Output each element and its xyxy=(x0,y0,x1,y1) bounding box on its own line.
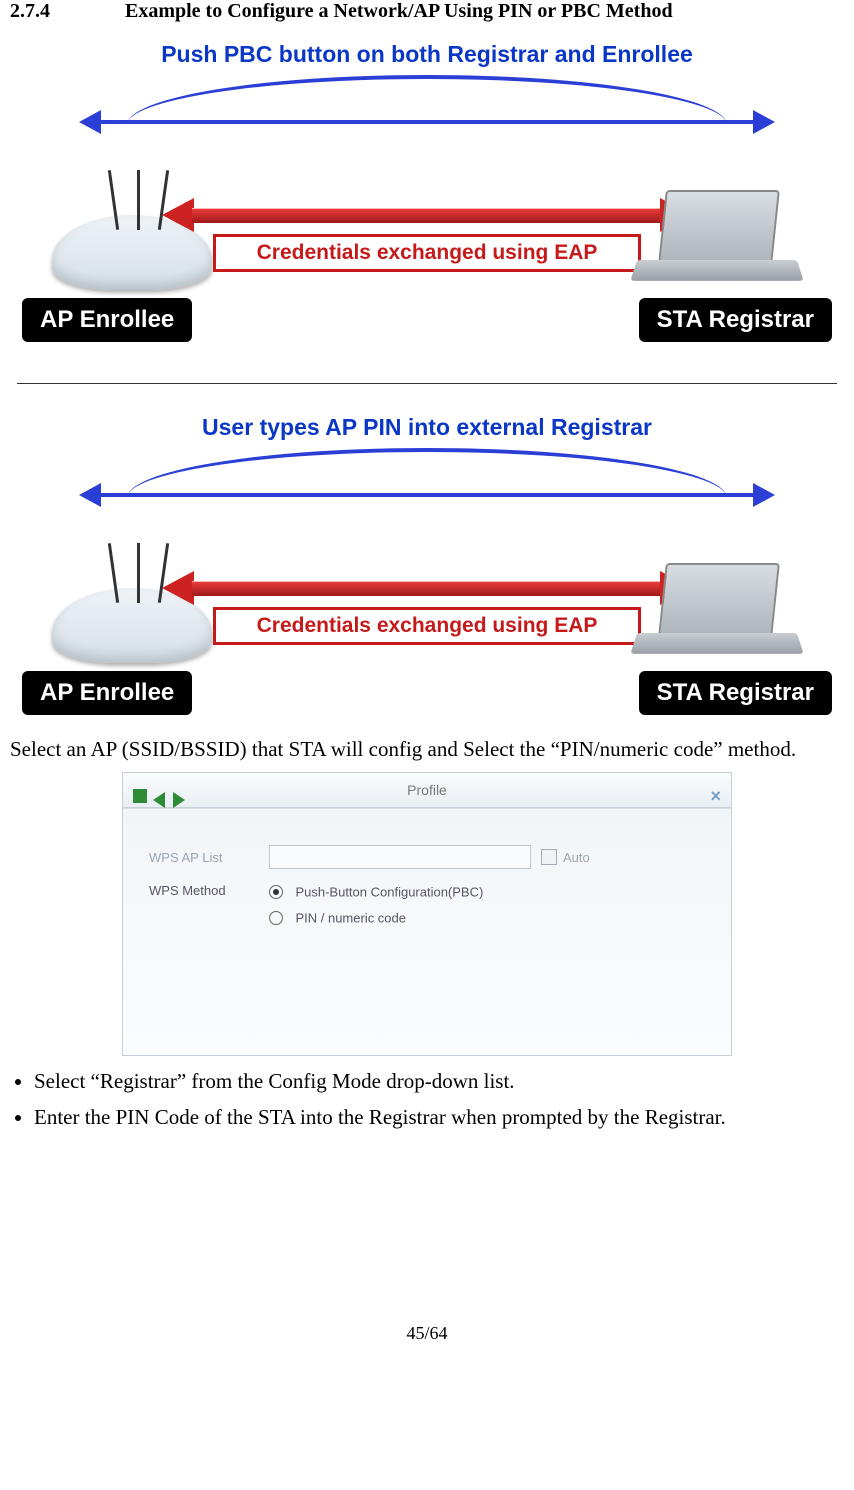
sta-registrar-label: STA Registrar xyxy=(639,298,832,342)
bullet-registrar: Select “Registrar” from the Config Mode … xyxy=(34,1066,844,1098)
auto-label: Auto xyxy=(563,850,590,865)
radio-pin[interactable] xyxy=(269,911,283,925)
nav-square-icon[interactable] xyxy=(133,789,147,803)
radio-pbc-label: Push-Button Configuration(PBC) xyxy=(295,885,483,900)
nav-forward-icon[interactable] xyxy=(173,792,185,808)
wps-method-label: WPS Method xyxy=(149,883,269,898)
bullet-pincode: Enter the PIN Code of the STA into the R… xyxy=(34,1102,844,1134)
diagram-pin: User types AP PIN into external Registra… xyxy=(17,414,837,726)
dialog-title: Profile xyxy=(407,782,447,798)
pbc-blue-arrow xyxy=(17,80,837,160)
dialog-nav-icons xyxy=(133,781,185,815)
wps-ap-list-select[interactable] xyxy=(269,845,531,869)
bullet-list: Select “Registrar” from the Config Mode … xyxy=(10,1066,844,1133)
credentials-box: Credentials exchanged using EAP xyxy=(213,234,641,272)
wps-ap-list-label: WPS AP List xyxy=(149,850,269,865)
pin-devices-row: Credentials exchanged using EAP xyxy=(17,533,837,663)
ap-enrollee-label: AP Enrollee xyxy=(22,671,192,715)
pbc-devices-row: Credentials exchanged using EAP xyxy=(17,160,837,290)
page-number: 45/64 xyxy=(10,1323,844,1364)
radio-pbc[interactable] xyxy=(269,885,283,899)
red-eap-arrow-icon xyxy=(162,573,692,603)
diagram-pbc-title: Push PBC button on both Registrar and En… xyxy=(17,41,837,68)
section-title: Example to Configure a Network/AP Using … xyxy=(125,0,673,22)
sta-registrar-label: STA Registrar xyxy=(639,671,832,715)
laptop-icon xyxy=(637,563,797,663)
pin-blue-arrow xyxy=(17,453,837,533)
divider-line xyxy=(17,383,837,384)
ap-enrollee-label: AP Enrollee xyxy=(22,298,192,342)
laptop-icon xyxy=(637,190,797,290)
diagram-pin-title: User types AP PIN into external Registra… xyxy=(17,414,837,441)
section-heading: 2.7.4 Example to Configure a Network/AP … xyxy=(10,0,844,23)
close-icon[interactable]: × xyxy=(710,779,721,813)
radio-pin-label: PIN / numeric code xyxy=(295,911,406,926)
intro-text: Select an AP (SSID/BSSID) that STA will … xyxy=(10,736,844,762)
section-number: 2.7.4 xyxy=(10,0,120,23)
credentials-box: Credentials exchanged using EAP xyxy=(213,607,641,645)
auto-checkbox[interactable] xyxy=(541,849,557,865)
red-eap-arrow-icon xyxy=(162,200,692,230)
diagram-pbc: Push PBC button on both Registrar and En… xyxy=(17,41,837,353)
profile-dialog: Profile × WPS AP List Auto WPS Method Pu… xyxy=(122,772,732,1056)
nav-back-icon[interactable] xyxy=(153,792,165,808)
